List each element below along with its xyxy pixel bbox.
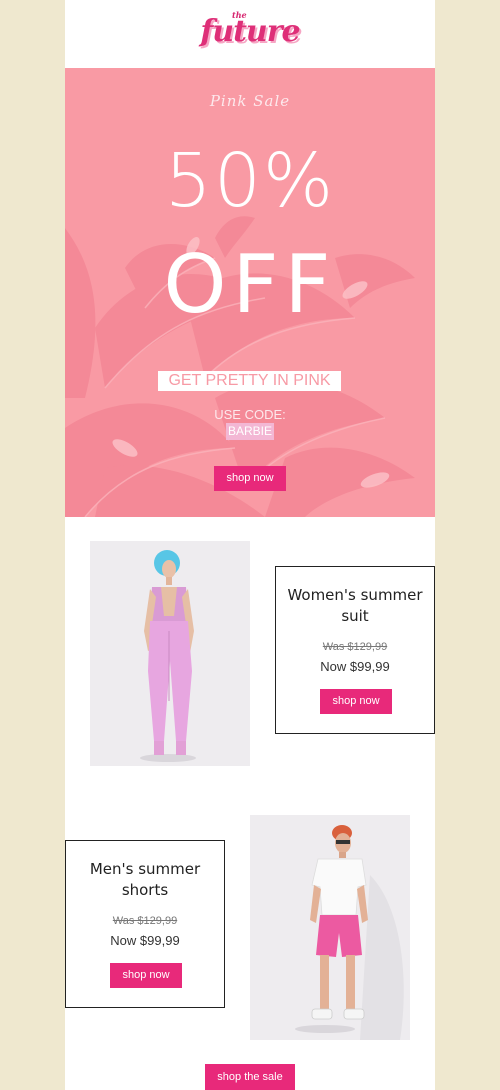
hero-shop-now-button[interactable]: shop now [214,466,286,491]
promo-code-label: USE CODE: [214,407,286,422]
product-title-line1: Men's summer [89,860,201,878]
product-title-line1: Women's summer [287,586,423,604]
hero-headline-percent: 50% [164,138,336,224]
shop-the-sale-button[interactable]: shop the sale [205,1064,295,1090]
product-shop-now-button[interactable]: shop now [110,963,182,988]
woman-figure-illustration [90,541,250,766]
product-card-women: Women's summer suit Was $129,99 Now $99,… [275,566,435,734]
man-pink-shorts-photo[interactable] [250,815,410,1040]
product-title-line2: suit [341,607,369,625]
product-now-price: Now $99,99 [320,659,390,674]
hero-headline-off: OFF [163,238,337,331]
woman-pink-suit-photo[interactable] [90,541,250,766]
product-title-line2: shorts [121,881,169,899]
hero-banner: Pink Sale 50% OFF GET PRETTY IN PINK USE… [65,68,435,517]
product-was-price: Was $129,99 [112,915,178,927]
man-figure-illustration [250,815,410,1040]
logo[interactable]: future [65,14,435,49]
hero-eyebrow: Pink Sale [209,92,291,110]
product-now-price: Now $99,99 [110,933,180,948]
hero-tagline: GET PRETTY IN PINK [158,371,341,391]
product-shop-now-button[interactable]: shop now [320,689,392,714]
email-container: the future Pink Sale 50% OFF GET PRETTY … [65,0,435,1090]
product-card-men: Men's summer shorts Was $129,99 Now $99,… [65,840,225,1008]
header: the future [65,0,435,68]
product-was-price: Was $129,99 [322,641,388,653]
promo-code: BARBIE [226,423,274,440]
